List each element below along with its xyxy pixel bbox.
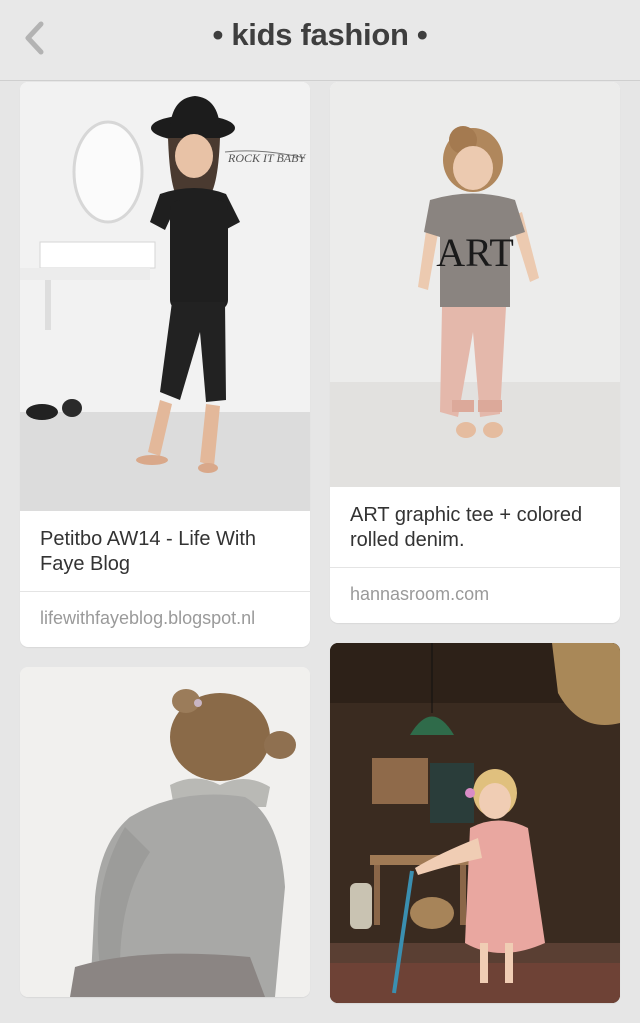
pin-description: ART graphic tee + colored rolled denim. <box>350 504 583 551</box>
left-column: ROCK IT BABY Petitbo AW14 - Life With Fa… <box>20 82 310 1017</box>
board-title: • kids fashion • <box>212 17 428 52</box>
shirt-text: ART <box>436 230 514 275</box>
pin-image[interactable] <box>330 643 620 1003</box>
pin-card[interactable]: ROCK IT BABY Petitbo AW14 - Life With Fa… <box>20 82 310 647</box>
wall-text: ROCK IT BABY <box>227 151 306 165</box>
pin-image[interactable] <box>20 667 310 997</box>
pin-card[interactable] <box>330 643 620 1003</box>
pin-image[interactable]: ART <box>330 82 620 487</box>
top-navigation-bar: • kids fashion • <box>0 0 640 81</box>
pin-source[interactable]: lifewithfayeblog.blogspot.nl <box>20 591 310 647</box>
pin-description: Petitbo AW14 - Life With Faye Blog <box>40 528 257 575</box>
pin-image[interactable]: ROCK IT BABY <box>20 82 310 511</box>
pin-card[interactable] <box>20 667 310 997</box>
right-column: ART ART graphic tee + colored rolled den… <box>330 82 620 1023</box>
pin-source[interactable]: hannasroom.com <box>330 567 620 623</box>
pin-card[interactable]: ART ART graphic tee + colored rolled den… <box>330 82 620 623</box>
